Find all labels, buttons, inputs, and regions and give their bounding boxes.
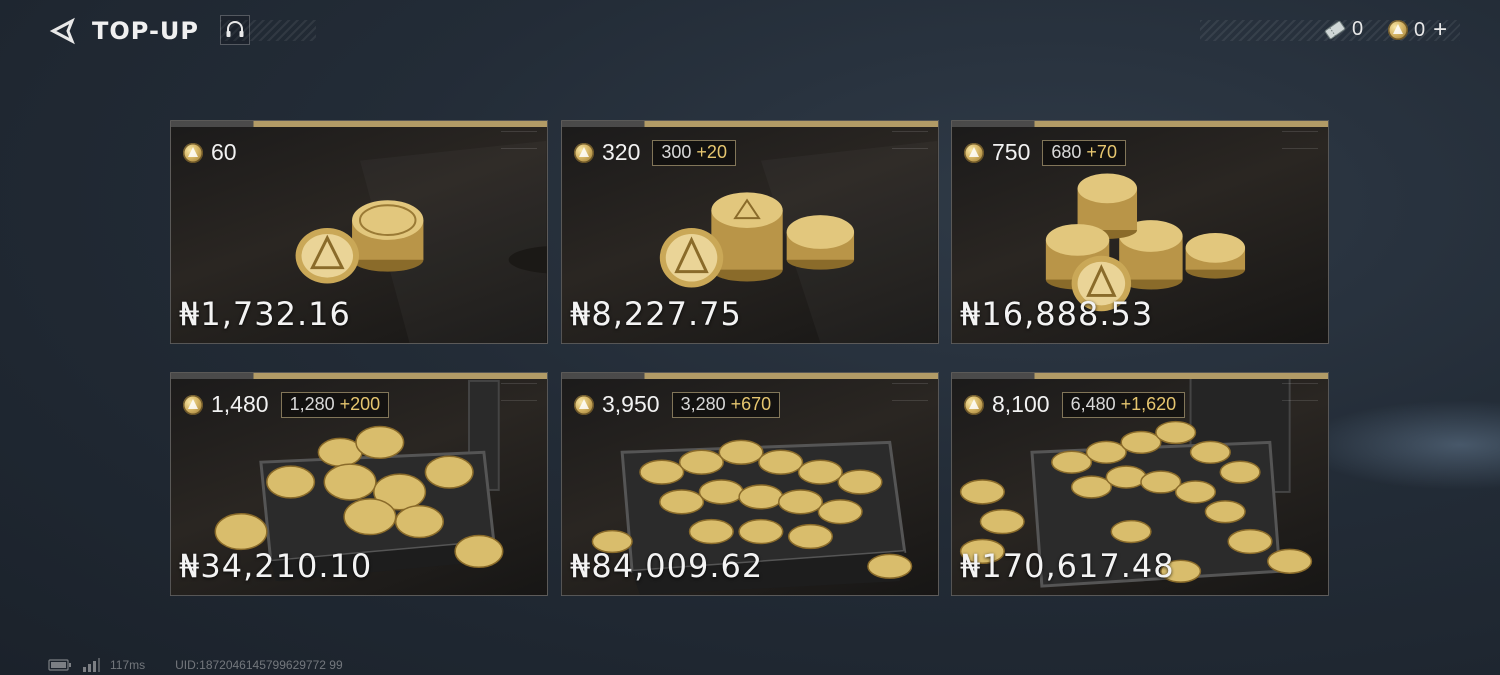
pack-price: ₦170,617.48 bbox=[960, 547, 1175, 585]
card-tag bbox=[501, 131, 537, 149]
bonus-extra: +200 bbox=[339, 394, 381, 414]
coin-icon bbox=[574, 142, 594, 163]
card-header-strip bbox=[952, 373, 1328, 379]
bonus-badge: 300 +20 bbox=[652, 139, 736, 166]
card-tag bbox=[1282, 383, 1318, 401]
ticket-icon bbox=[1324, 20, 1346, 39]
card-tag bbox=[1282, 131, 1318, 149]
coin-icon bbox=[1388, 20, 1408, 40]
pack-price: ₦1,732.16 bbox=[179, 295, 351, 333]
status-footer: 117ms UID:1872046145799629772 99 bbox=[48, 658, 343, 672]
pack-amount: 320 300 +20 bbox=[574, 139, 736, 166]
bonus-extra: +1,620 bbox=[1120, 394, 1177, 414]
ticket-balance: 0 bbox=[1324, 18, 1363, 41]
bonus-badge: 6,480 +1,620 bbox=[1061, 391, 1186, 418]
pack-card[interactable]: 1,480 1,280 +200 ₦34,210.10 bbox=[170, 372, 548, 596]
pack-amount-value: 750 bbox=[992, 139, 1031, 165]
pack-price: ₦8,227.75 bbox=[570, 295, 742, 333]
coin-icon bbox=[964, 142, 984, 163]
bonus-badge: 1,280 +200 bbox=[280, 391, 390, 418]
card-header-strip bbox=[562, 121, 938, 127]
pack-amount: 750 680 +70 bbox=[964, 139, 1126, 166]
pack-card[interactable]: 3,950 3,280 +670 ₦84,009.62 bbox=[561, 372, 939, 596]
uid-text: UID:1872046145799629772 99 bbox=[175, 658, 343, 672]
coin-icon bbox=[574, 394, 594, 415]
pack-amount-value: 8,100 bbox=[992, 391, 1050, 417]
card-tag bbox=[892, 131, 928, 149]
top-bar: TOP-UP 0 0 + bbox=[0, 0, 1500, 64]
pack-price: ₦16,888.53 bbox=[960, 295, 1154, 333]
card-tag bbox=[892, 383, 928, 401]
bonus-base: 3,280 bbox=[680, 394, 726, 414]
pack-card[interactable]: 320 300 +20 ₦8,227.75 bbox=[561, 120, 939, 344]
card-header-strip bbox=[562, 373, 938, 379]
pack-card[interactable]: 60 ₦1,732.16 bbox=[170, 120, 548, 344]
coin-balance: 0 + bbox=[1388, 18, 1447, 42]
pack-amount: 60 bbox=[183, 139, 237, 166]
pack-card[interactable]: 750 680 +70 ₦16,888.53 bbox=[951, 120, 1329, 344]
headset-icon bbox=[226, 21, 244, 37]
bonus-base: 1,280 bbox=[289, 394, 335, 414]
bonus-badge: 680 +70 bbox=[1042, 139, 1126, 166]
bonus-extra: +20 bbox=[696, 142, 727, 162]
battery-icon bbox=[48, 659, 71, 671]
pack-amount: 1,480 1,280 +200 bbox=[183, 391, 390, 418]
background-light-streak bbox=[1300, 400, 1500, 490]
pack-amount-value: 60 bbox=[211, 139, 237, 165]
ticket-count: 0 bbox=[1352, 18, 1364, 40]
pack-grid: 60 ₦1,732.16 320 300 +20 ₦8,227.75 750 6… bbox=[170, 120, 1330, 596]
pack-amount: 8,100 6,480 +1,620 bbox=[964, 391, 1186, 418]
card-header-strip bbox=[171, 373, 547, 379]
pack-price: ₦84,009.62 bbox=[570, 547, 764, 585]
support-button[interactable] bbox=[220, 15, 250, 45]
bonus-base: 680 bbox=[1051, 142, 1082, 162]
coin-icon bbox=[183, 394, 203, 415]
coin-icon bbox=[183, 142, 203, 163]
page-title: TOP-UP bbox=[92, 17, 199, 45]
card-header-strip bbox=[952, 121, 1328, 127]
ping-text: 117ms bbox=[110, 658, 146, 672]
pack-amount-value: 320 bbox=[602, 139, 641, 165]
coin-count: 0 bbox=[1414, 18, 1426, 41]
coin-icon bbox=[964, 394, 984, 415]
bonus-base: 6,480 bbox=[1070, 394, 1116, 414]
bonus-extra: +670 bbox=[730, 394, 772, 414]
back-arrow-icon bbox=[49, 17, 75, 45]
card-header-strip bbox=[171, 121, 547, 127]
pack-amount-value: 3,950 bbox=[602, 391, 660, 417]
bonus-base: 300 bbox=[661, 142, 692, 162]
add-coins-button[interactable]: + bbox=[1433, 18, 1447, 42]
bonus-badge: 3,280 +670 bbox=[671, 391, 781, 418]
pack-amount-value: 1,480 bbox=[211, 391, 269, 417]
signal-icon bbox=[83, 658, 100, 672]
pack-amount: 3,950 3,280 +670 bbox=[574, 391, 781, 418]
bonus-extra: +70 bbox=[1086, 142, 1117, 162]
card-tag bbox=[501, 383, 537, 401]
pack-price: ₦34,210.10 bbox=[179, 547, 373, 585]
back-button[interactable] bbox=[48, 16, 78, 46]
pack-card[interactable]: 8,100 6,480 +1,620 ₦170,617.48 bbox=[951, 372, 1329, 596]
